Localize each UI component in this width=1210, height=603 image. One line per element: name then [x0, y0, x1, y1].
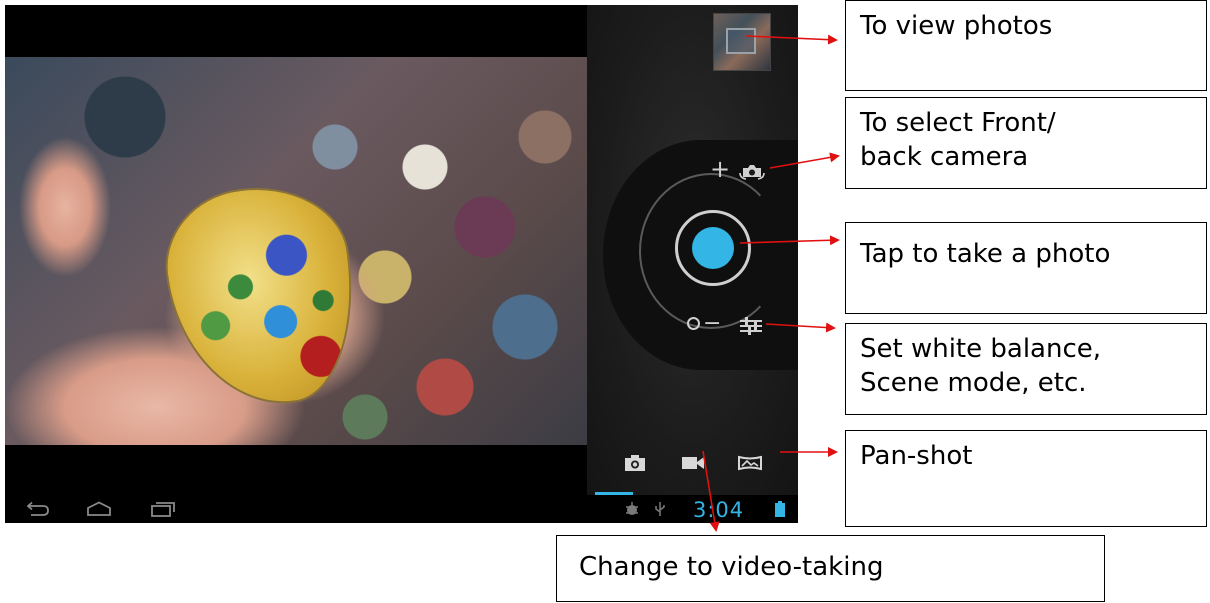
panorama-icon[interactable] — [738, 454, 762, 472]
settings-sliders-icon[interactable] — [739, 315, 763, 337]
tablet-screen: + − 3:04 — [5, 5, 798, 523]
callout-white-balance: Set white balance, Scene mode, etc. — [845, 323, 1207, 415]
callout-view-photos-text: To view photos — [860, 11, 1053, 41]
callout-white-balance-line1: Set white balance, — [860, 334, 1102, 364]
callout-video-text: Change to video-taking — [579, 552, 884, 582]
camera-viewfinder — [5, 57, 587, 445]
callout-front-back-camera: To select Front/ back camera — [845, 97, 1207, 189]
back-icon[interactable] — [23, 501, 51, 517]
shutter-button[interactable] — [692, 227, 734, 269]
battery-icon — [775, 501, 785, 517]
callout-pan-shot: Pan-shot — [845, 430, 1207, 527]
zoom-out-icon[interactable]: − — [703, 313, 721, 335]
annotated-camera-screenshot: + − 3:04 To view photos To select Front/… — [0, 0, 1210, 603]
photo-camera-icon[interactable] — [623, 454, 647, 472]
photo-gallery-thumbnail[interactable] — [713, 13, 771, 71]
camera-mode-selector — [611, 448, 791, 478]
status-clock: 3:04 — [693, 498, 745, 522]
debug-icon — [626, 502, 638, 515]
callout-view-photos: To view photos — [845, 0, 1207, 91]
callout-pan-shot-text: Pan-shot — [860, 441, 973, 471]
callout-take-photo-text: Tap to take a photo — [860, 239, 1111, 269]
recents-icon[interactable] — [148, 501, 176, 517]
enamel-pendant-subject — [155, 175, 369, 418]
usb-icon — [655, 502, 665, 516]
camera-control-panel: + − — [587, 5, 798, 495]
video-camera-icon[interactable] — [681, 454, 705, 472]
system-navigation-bar: 3:04 — [5, 495, 798, 523]
home-icon[interactable] — [85, 501, 113, 517]
zoom-slider-knob[interactable] — [687, 317, 700, 330]
callout-white-balance-line2: Scene mode, etc. — [860, 368, 1087, 398]
callout-take-photo: Tap to take a photo — [845, 222, 1207, 314]
callout-front-back-line1: To select Front/ — [860, 108, 1056, 138]
zoom-in-icon[interactable]: + — [710, 157, 730, 181]
callout-front-back-line2: back camera — [860, 142, 1029, 172]
callout-video: Change to video-taking — [556, 535, 1105, 602]
switch-camera-icon[interactable] — [739, 160, 765, 180]
